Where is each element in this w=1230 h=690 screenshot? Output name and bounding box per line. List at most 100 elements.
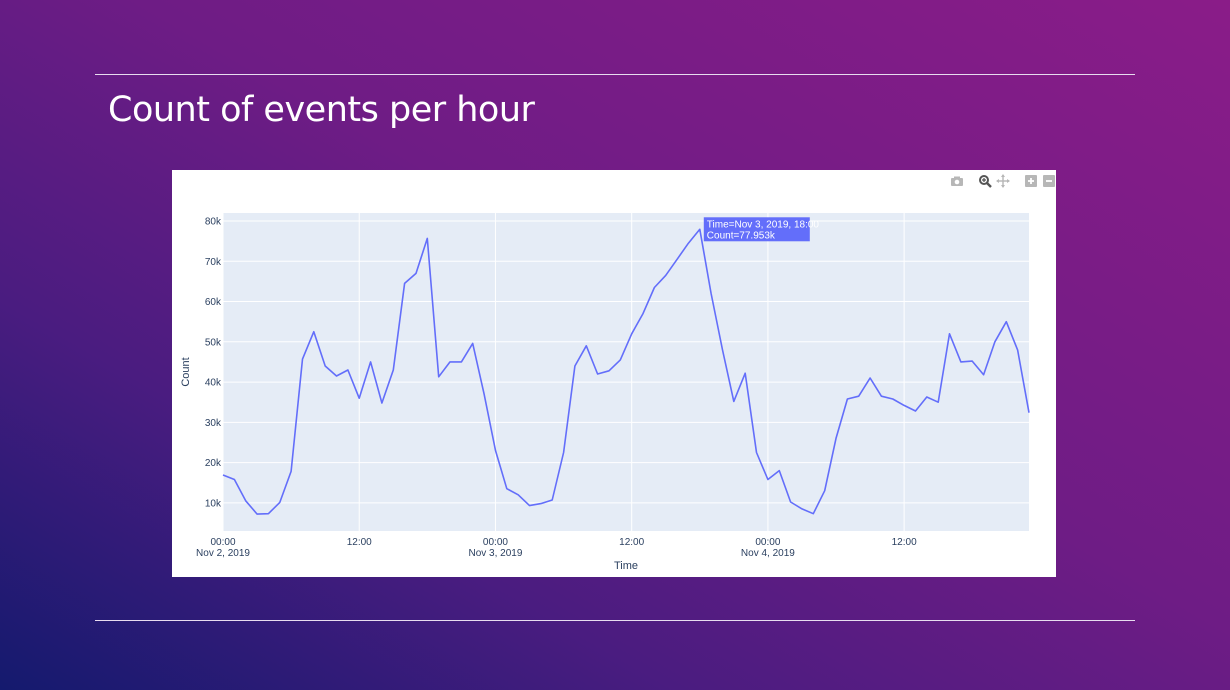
data-point[interactable] (993, 340, 997, 344)
x-tick-label: 00:00 (755, 537, 780, 548)
data-point[interactable] (947, 332, 951, 336)
data-point[interactable] (357, 396, 361, 400)
camera-icon[interactable] (950, 174, 964, 188)
zoom-in-icon[interactable] (1024, 174, 1038, 188)
data-point[interactable] (573, 364, 577, 368)
data-point[interactable] (346, 368, 350, 372)
data-point[interactable] (936, 400, 940, 404)
data-point[interactable] (709, 291, 713, 295)
data-point[interactable] (368, 360, 372, 364)
y-tick-label: 70k (205, 257, 222, 268)
data-point[interactable] (732, 399, 736, 403)
line-chart[interactable]: 10k20k30k40k50k60k70k80k 00:00Nov 2, 201… (172, 170, 1056, 577)
data-point[interactable] (981, 373, 985, 377)
data-point[interactable] (255, 512, 259, 516)
bottom-divider (95, 620, 1135, 621)
hover-time-label: Time=Nov 3, 2019, 18:00 (707, 219, 820, 230)
data-point[interactable] (698, 227, 702, 231)
data-point[interactable] (629, 332, 633, 336)
data-point[interactable] (641, 311, 645, 315)
y-axis-title: Count (180, 357, 192, 386)
zoom-icon[interactable] (978, 174, 992, 188)
chart-modebar (950, 172, 1056, 190)
data-point[interactable] (822, 489, 826, 493)
data-point[interactable] (300, 357, 304, 361)
data-point[interactable] (607, 369, 611, 373)
data-point[interactable] (845, 397, 849, 401)
data-point[interactable] (436, 375, 440, 379)
data-point[interactable] (1015, 348, 1019, 352)
data-point[interactable] (471, 341, 475, 345)
data-point[interactable] (970, 359, 974, 363)
data-point[interactable] (720, 348, 724, 352)
data-point[interactable] (448, 360, 452, 364)
x-tick-date-label: Nov 2, 2019 (196, 548, 250, 559)
data-point[interactable] (686, 241, 690, 245)
data-point[interactable] (232, 477, 236, 481)
data-point[interactable] (459, 360, 463, 364)
data-point[interactable] (811, 511, 815, 515)
data-point[interactable] (516, 493, 520, 497)
data-point[interactable] (879, 394, 883, 398)
data-point[interactable] (664, 273, 668, 277)
data-point[interactable] (323, 364, 327, 368)
data-point[interactable] (312, 330, 316, 334)
data-point[interactable] (221, 473, 225, 477)
data-point[interactable] (857, 394, 861, 398)
data-point[interactable] (391, 368, 395, 372)
data-point[interactable] (278, 500, 282, 504)
data-point[interactable] (777, 468, 781, 472)
data-point[interactable] (244, 499, 248, 503)
data-point[interactable] (959, 360, 963, 364)
x-tick-label: 00:00 (210, 537, 235, 548)
x-tick-date-label: Nov 3, 2019 (468, 548, 522, 559)
x-tick-label: 12:00 (892, 537, 917, 548)
data-point[interactable] (527, 503, 531, 507)
data-point[interactable] (266, 511, 270, 515)
data-point[interactable] (652, 285, 656, 289)
data-point[interactable] (550, 498, 554, 502)
y-tick-label: 10k (205, 498, 222, 509)
x-axis: 00:00Nov 2, 201912:00 00:00Nov 3, 201912:… (196, 537, 917, 559)
data-point[interactable] (414, 271, 418, 275)
data-point[interactable] (425, 236, 429, 240)
data-point[interactable] (868, 376, 872, 380)
data-point[interactable] (766, 477, 770, 481)
pan-icon[interactable] (996, 174, 1010, 188)
y-tick-label: 30k (205, 418, 222, 429)
data-point[interactable] (743, 371, 747, 375)
data-point[interactable] (675, 257, 679, 261)
data-point[interactable] (334, 374, 338, 378)
hover-count-label: Count=77.953k (707, 230, 776, 241)
x-tick-date-label: Nov 4, 2019 (741, 548, 795, 559)
data-point[interactable] (1004, 319, 1008, 323)
data-point[interactable] (618, 358, 622, 362)
data-point[interactable] (1027, 410, 1031, 414)
data-point[interactable] (505, 487, 509, 491)
data-point[interactable] (902, 403, 906, 407)
data-point[interactable] (493, 448, 497, 452)
data-point[interactable] (539, 501, 543, 505)
data-point[interactable] (891, 397, 895, 401)
data-point[interactable] (595, 372, 599, 376)
data-point[interactable] (289, 469, 293, 473)
data-point[interactable] (925, 395, 929, 399)
data-point[interactable] (561, 450, 565, 454)
data-point[interactable] (482, 392, 486, 396)
y-tick-label: 80k (205, 217, 222, 228)
data-point[interactable] (788, 500, 792, 504)
data-point[interactable] (402, 281, 406, 285)
data-point[interactable] (380, 401, 384, 405)
top-divider (95, 74, 1135, 75)
data-point[interactable] (913, 409, 917, 413)
data-point[interactable] (754, 450, 758, 454)
zoom-out-icon[interactable] (1042, 174, 1056, 188)
chart-card: 10k 20k 30k 40k 50k 60k 70k 80k 00:00 Nov 2, 201… (172, 170, 1056, 577)
data-point[interactable] (800, 507, 804, 511)
x-axis-title: Time (614, 560, 638, 572)
y-tick-label: 60k (205, 297, 222, 308)
data-point[interactable] (834, 436, 838, 440)
x-tick-label: 12:00 (347, 537, 372, 548)
data-point[interactable] (584, 344, 588, 348)
y-tick-label: 50k (205, 337, 222, 348)
